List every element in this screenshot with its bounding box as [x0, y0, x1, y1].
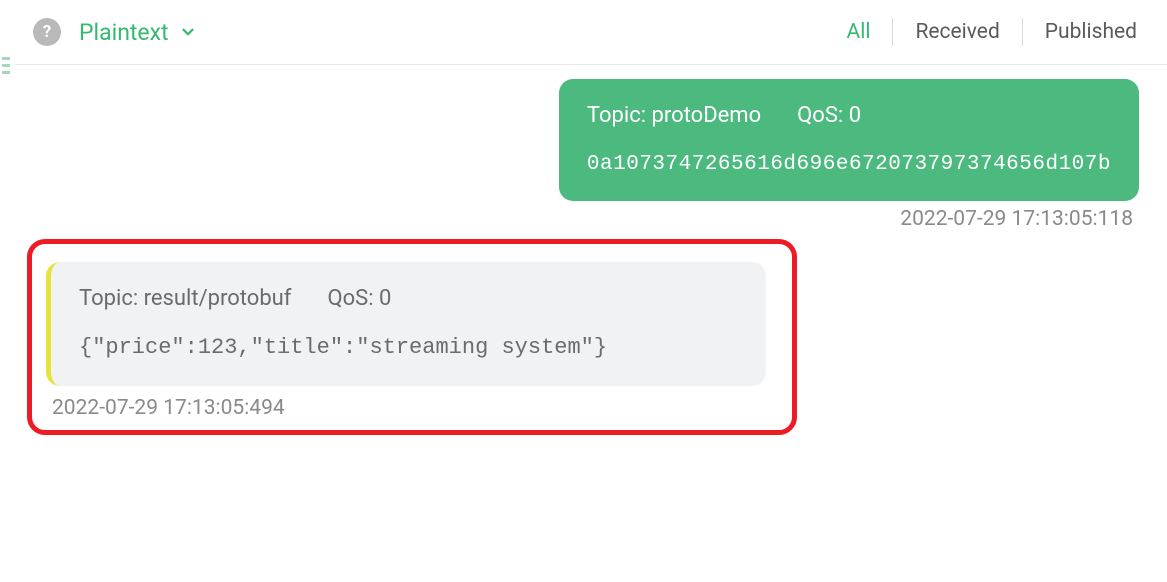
qos-prefix: QoS:: [327, 286, 379, 311]
filter-tab-received[interactable]: Received: [893, 18, 1022, 46]
format-label: Plaintext: [79, 19, 169, 46]
message-timestamp: 2022-07-29 17:13:05:118: [894, 207, 1139, 231]
topic-label: Topic: protoDemo: [587, 101, 761, 132]
filter-tab-published[interactable]: Published: [1023, 18, 1137, 46]
message-row: Topic: protoDemo QoS: 0 0a1073747265616d…: [27, 79, 1139, 231]
chevron-down-icon: [179, 23, 197, 41]
message-meta: Topic: result/protobuf QoS: 0: [79, 284, 738, 315]
message-bubble-sent[interactable]: Topic: protoDemo QoS: 0 0a1073747265616d…: [559, 79, 1139, 201]
message-list: Topic: protoDemo QoS: 0 0a1073747265616d…: [15, 65, 1167, 449]
qos-value: 0: [849, 103, 861, 128]
topic-label: Topic: result/protobuf: [79, 284, 291, 315]
message-payload: 0a1073747265616d696e672073797374656d107b: [587, 150, 1111, 179]
message-meta: Topic: protoDemo QoS: 0: [587, 101, 1111, 132]
format-selector[interactable]: Plaintext: [79, 19, 197, 46]
help-icon[interactable]: ?: [33, 18, 61, 46]
highlighted-wrap: Topic: result/protobuf QoS: 0 {"price":1…: [27, 239, 797, 435]
topic-value: protoDemo: [652, 103, 762, 128]
mqtt-message-pane: ? Plaintext All Received Published Topic…: [0, 0, 1167, 582]
topic-value: result/protobuf: [144, 286, 292, 311]
message-payload: {"price":123,"title":"streaming system"}: [79, 333, 738, 364]
topic-prefix: Topic:: [79, 286, 144, 311]
qos-value: 0: [379, 286, 391, 311]
pane-header: ? Plaintext All Received Published: [15, 0, 1167, 65]
filter-tab-all[interactable]: All: [825, 18, 894, 46]
topic-prefix: Topic:: [587, 103, 652, 128]
qos-label: QoS: 0: [327, 284, 391, 315]
header-left: ? Plaintext: [33, 18, 197, 46]
qos-label: QoS: 0: [797, 101, 861, 132]
qos-prefix: QoS:: [797, 103, 849, 128]
message-timestamp: 2022-07-29 17:13:05:494: [46, 396, 778, 420]
filter-tabs: All Received Published: [825, 18, 1137, 46]
message-row: Topic: result/protobuf QoS: 0 {"price":1…: [27, 239, 1139, 435]
left-edge-strip: [0, 55, 12, 83]
message-bubble-received[interactable]: Topic: result/protobuf QoS: 0 {"price":1…: [46, 262, 766, 386]
